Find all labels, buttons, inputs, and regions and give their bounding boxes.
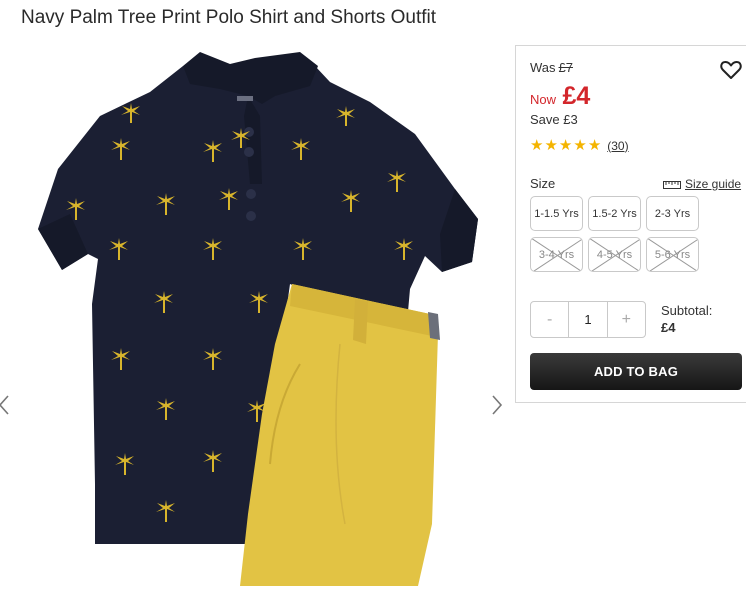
subtotal-value: £4 — [661, 320, 676, 335]
size-option[interactable]: 2-3 Yrs — [646, 196, 699, 231]
was-label: Was — [530, 60, 556, 75]
quantity-stepper: - 1 + — [530, 301, 646, 338]
size-label: Size — [530, 176, 556, 191]
gallery-next-button[interactable] — [490, 394, 504, 416]
product-gallery — [0, 44, 512, 586]
chevron-right-icon — [492, 395, 503, 415]
ruler-icon — [663, 181, 681, 189]
star-icon: ★ — [544, 137, 558, 154]
size-option[interactable]: 1.5-2 Yrs — [588, 196, 641, 231]
quantity-value[interactable]: 1 — [568, 302, 608, 337]
current-price: £4 — [562, 82, 591, 110]
increase-quantity-button[interactable]: + — [608, 302, 645, 337]
gallery-prev-button[interactable] — [0, 394, 11, 416]
star-icon: ★ — [587, 137, 602, 154]
rating[interactable]: ★ ★ ★ ★ ★ (30) — [530, 138, 629, 153]
save-text: Save £3 — [530, 112, 578, 127]
size-guide-label: Size guide — [685, 177, 742, 191]
star-icon: ★ — [558, 137, 573, 154]
chevron-left-icon — [0, 395, 9, 415]
heart-icon — [720, 61, 742, 79]
review-count-link[interactable]: (30) — [607, 139, 628, 153]
product-image — [38, 52, 478, 586]
now-label: Now — [530, 92, 557, 107]
old-price: £7 — [558, 60, 573, 75]
star-icon: ★ — [573, 137, 587, 154]
size-guide-link[interactable]: Size guide — [663, 177, 741, 191]
was-price: Was £7 — [530, 60, 573, 75]
wishlist-button[interactable] — [720, 60, 742, 80]
star-icon: ★ — [530, 137, 544, 154]
now-price: Now £4 — [530, 82, 590, 111]
purchase-panel: Was £7 Now £4 Save £3 ★ ★ ★ ★ ★ (30) Size… — [515, 45, 746, 403]
size-option[interactable]: 1-1.5 Yrs — [530, 196, 583, 231]
size-option-unavailable[interactable]: 4-5 Yrs — [588, 237, 641, 272]
size-option-unavailable[interactable]: 3-4 Yrs — [530, 237, 583, 272]
product-title: Navy Palm Tree Print Polo Shirt and Shor… — [21, 7, 437, 28]
subtotal: Subtotal: £4 — [661, 303, 712, 336]
subtotal-label: Subtotal: — [661, 303, 713, 318]
size-option-unavailable[interactable]: 5-6 Yrs — [646, 237, 699, 272]
decrease-quantity-button[interactable]: - — [531, 302, 568, 337]
add-to-bag-button[interactable]: ADD TO BAG — [530, 353, 742, 390]
